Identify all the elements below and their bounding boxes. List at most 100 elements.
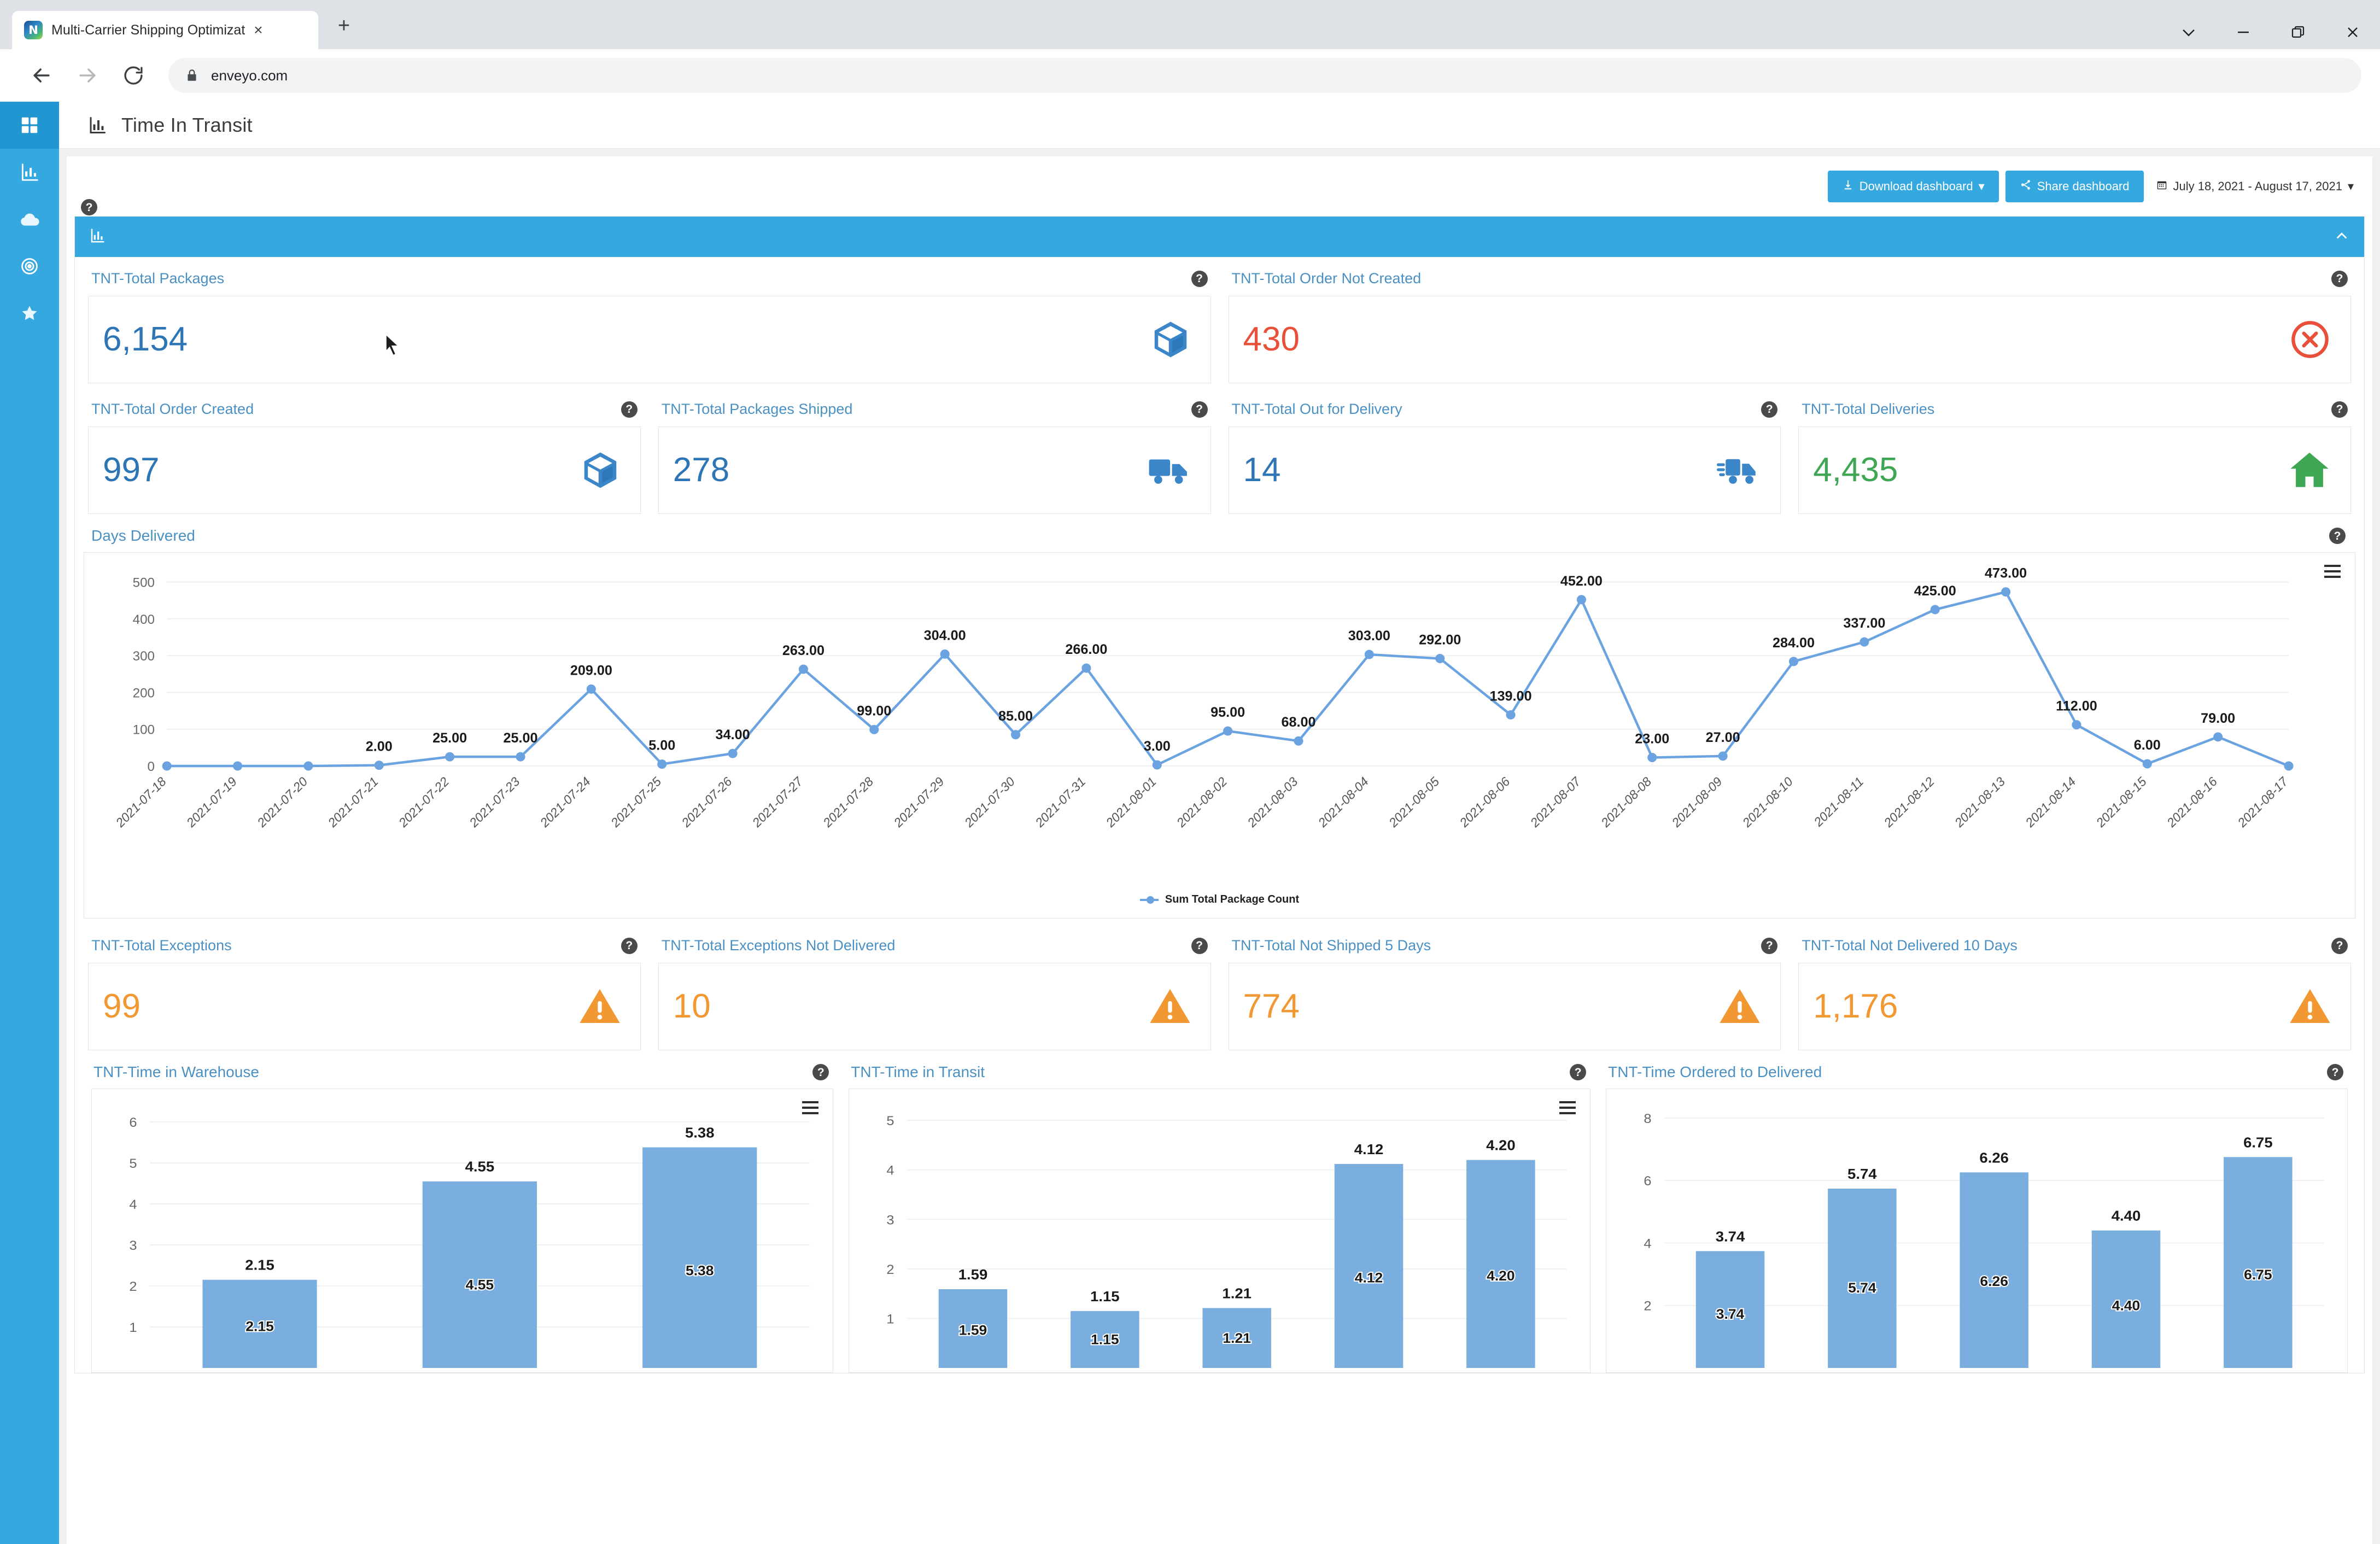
time-ordered-to-delivered-help-icon[interactable]: ? [2326, 1064, 2343, 1080]
svg-text:25.00: 25.00 [503, 730, 537, 746]
svg-text:2021-08-14: 2021-08-14 [2022, 774, 2079, 830]
minimize-window-icon[interactable] [2216, 15, 2271, 49]
download-dashboard-button[interactable]: Download dashboard ▾ [1827, 171, 1999, 202]
left-sidebar [0, 102, 59, 1544]
svg-text:4.20: 4.20 [1486, 1137, 1516, 1153]
svg-text:5: 5 [129, 1157, 137, 1171]
svg-text:1.59: 1.59 [959, 1323, 987, 1338]
svg-text:2: 2 [1644, 1299, 1652, 1313]
sidebar-item-favorites[interactable] [0, 290, 59, 337]
forward-button-icon[interactable] [65, 52, 110, 98]
svg-text:2021-07-22: 2021-07-22 [395, 774, 452, 830]
sidebar-item-cloud[interactable] [0, 196, 59, 243]
svg-text:4: 4 [887, 1163, 894, 1178]
kpi-card: TNT-Total Packages Shipped? 278 [650, 388, 1220, 518]
svg-text:200: 200 [133, 686, 155, 700]
kpi-help-icon[interactable]: ? [2331, 401, 2348, 418]
kpi-help-icon[interactable]: ? [621, 937, 638, 954]
question-mark-icon: ? [621, 401, 638, 418]
dashboard-help-icon[interactable]: ? [81, 199, 97, 215]
date-range-picker[interactable]: July 18, 2021 - August 17, 2021 ▾ [2156, 179, 2354, 194]
tab-title: Multi-Carrier Shipping Optimizat [51, 22, 245, 38]
chevron-up-icon[interactable] [2334, 227, 2350, 246]
kpi-help-icon[interactable]: ? [1761, 937, 1778, 954]
close-window-icon[interactable] [2325, 15, 2380, 49]
time-in-warehouse-help-icon[interactable]: ? [812, 1064, 829, 1080]
kpi-help-icon[interactable]: ? [1761, 401, 1778, 418]
kpi-label: TNT-Total Deliveries [1802, 401, 1935, 417]
time-in-transit-help-icon[interactable]: ? [1570, 1064, 1587, 1080]
close-tab-icon[interactable]: × [254, 22, 262, 38]
question-mark-icon: ? [621, 937, 638, 954]
svg-text:95.00: 95.00 [1211, 705, 1245, 720]
page-header: Time In Transit [59, 102, 2380, 149]
favicon-icon: N [24, 21, 43, 39]
kpi-value: 430 [1243, 320, 1300, 358]
kpi-help-icon[interactable]: ? [2331, 937, 2348, 954]
legend-marker [1139, 896, 1159, 904]
time-in-transit-bar-chart: 1 2 3 4 5 1.59 1.59 1.15 1.15 1.21 1.21 4.12 4.12 4.2… [887, 1114, 1567, 1368]
window-controls [2161, 15, 2380, 49]
share-dashboard-button[interactable]: Share dashboard [2005, 171, 2144, 202]
maximize-window-icon[interactable] [2271, 15, 2325, 49]
svg-text:5.38: 5.38 [685, 1125, 715, 1141]
kpi-card: TNT-Total Order Not Created? 430 [1220, 257, 2360, 388]
svg-text:68.00: 68.00 [1281, 715, 1315, 730]
kpi-card: TNT-Total Not Delivered 10 Days? 1,176 [1790, 924, 2360, 1055]
svg-text:2021-08-17: 2021-08-17 [2235, 774, 2291, 830]
sidebar-item-target[interactable] [0, 243, 59, 290]
svg-text:6.75: 6.75 [2244, 1268, 2272, 1283]
chart-menu-icon[interactable] [802, 1101, 819, 1118]
reload-button-icon[interactable] [110, 52, 156, 98]
kpi-value-box: 774 [1228, 963, 1781, 1050]
svg-text:1: 1 [129, 1321, 137, 1335]
kpi-value-box: 997 [88, 426, 641, 514]
kpi-value-box: 430 [1228, 296, 2351, 383]
address-bar[interactable]: enveyo.com [168, 58, 2361, 93]
kpi-value-box: 6,154 [88, 296, 1211, 383]
kpi-help-icon[interactable]: ? [621, 401, 638, 418]
days-delivered-title: Days Delivered [91, 527, 195, 544]
svg-text:2021-07-24: 2021-07-24 [537, 774, 593, 830]
chart-menu-icon[interactable] [2324, 565, 2341, 581]
tab-search-chevron-down-icon[interactable] [2161, 15, 2216, 49]
kpi-value-box: 14 [1228, 426, 1781, 514]
back-button-icon[interactable] [19, 52, 65, 98]
kpi-help-icon[interactable]: ? [1191, 401, 1208, 418]
svg-text:2021-08-11: 2021-08-11 [1811, 774, 1867, 829]
svg-text:2021-08-15: 2021-08-15 [2093, 774, 2149, 830]
question-mark-icon: ? [1761, 401, 1778, 418]
browser-tab[interactable]: N Multi-Carrier Shipping Optimizat × [12, 11, 318, 49]
svg-text:6.00: 6.00 [2134, 738, 2161, 753]
svg-text:4.40: 4.40 [2112, 1299, 2140, 1313]
kpi-help-icon[interactable]: ? [2331, 270, 2348, 287]
new-tab-button[interactable]: + [328, 10, 360, 42]
svg-text:4.12: 4.12 [1354, 1142, 1384, 1157]
kpi-help-icon[interactable]: ? [1191, 270, 1208, 287]
kpi-card: TNT-Total Exceptions Not Delivered? 10 [650, 924, 1220, 1055]
svg-text:2021-08-08: 2021-08-08 [1598, 774, 1654, 830]
warning-triangle-icon [1718, 985, 1762, 1028]
bar-chart-icon [89, 227, 106, 247]
kpi-card: TNT-Total Not Shipped 5 Days? 774 [1220, 924, 1790, 1055]
svg-text:1.15: 1.15 [1090, 1289, 1120, 1305]
kpi-help-icon[interactable]: ? [1191, 937, 1208, 954]
sidebar-item-analytics[interactable] [0, 149, 59, 196]
legend-label: Sum Total Package Count [1165, 893, 1300, 905]
svg-text:5.74: 5.74 [1847, 1166, 1877, 1182]
svg-text:2021-08-04: 2021-08-04 [1315, 774, 1371, 830]
browser-navigation-bar: enveyo.com [0, 49, 2380, 102]
time-in-transit-title: TNT-Time in Transit [851, 1063, 985, 1080]
question-mark-icon: ? [2329, 528, 2346, 544]
kpi-card: TNT-Total Out for Delivery? 14 [1220, 388, 1790, 518]
svg-text:23.00: 23.00 [1635, 732, 1669, 747]
truck-moving-icon [1716, 447, 1762, 493]
svg-text:2.00: 2.00 [366, 739, 393, 755]
svg-text:300: 300 [133, 649, 155, 664]
chart-menu-icon[interactable] [1559, 1101, 1576, 1118]
sidebar-item-dashboard-grid[interactable] [0, 102, 59, 149]
days-delivered-help-icon[interactable]: ? [2329, 528, 2346, 544]
svg-text:303.00: 303.00 [1348, 628, 1390, 644]
svg-text:100: 100 [133, 723, 155, 738]
panel-header[interactable] [75, 217, 2364, 257]
